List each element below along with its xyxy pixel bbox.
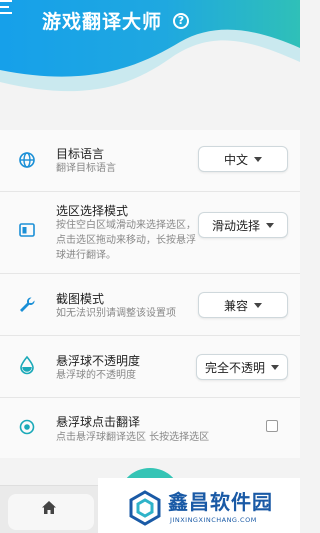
setting-title: 目标语言 [56,147,105,161]
setting-title: 截图模式 [56,292,105,306]
setting-row-ball-click-translate: 悬浮球点击翻译 点击悬浮球翻译选区 长按选择选区 [0,398,300,458]
setting-description: 翻译目标语言 [56,163,116,174]
chevron-down-icon [254,156,262,162]
setting-description: 悬浮球的不透明度 [56,370,136,381]
watermark-title: 鑫昌软件园 [168,490,273,514]
selection-mode-select[interactable]: 滑动选择 [198,212,288,238]
ball-click-translate-checkbox[interactable] [266,420,278,432]
setting-title: 选区选择模式 [56,204,129,218]
wrench-icon [20,297,35,312]
home-icon[interactable] [41,500,57,515]
target-language-select[interactable]: 中文 [198,146,288,172]
screenshot-mode-select[interactable]: 兼容 [198,292,288,318]
app-title: 游戏翻译大师 [42,11,163,33]
chevron-down-icon [254,302,262,308]
watermark-logo-icon [129,490,161,526]
setting-row-selection-mode: 选区选择模式 按住空白区域滑动来选择选区，点击选区拖动来移动，长按悬浮球进行翻译… [0,192,300,274]
setting-row-ball-opacity: 悬浮球不透明度 悬浮球的不透明度 完全不透明 [0,336,300,398]
select-value: 完全不透明 [204,360,265,375]
droplet-icon [20,355,34,375]
select-value: 滑动选择 [211,218,260,233]
globe-icon [19,152,35,168]
setting-description: 点击悬浮球翻译选区 长按选择选区 [56,432,210,443]
setting-row-target-language: 目标语言 翻译目标语言 中文 [0,130,300,192]
setting-description: 如无法识别请调整该设置项 [56,308,176,319]
select-value: 中文 [223,152,248,167]
help-icon[interactable]: ? [173,13,189,29]
setting-description: 按住空白区域滑动来选择选区，点击选区拖动来移动，长按悬浮球进行翻译。 [56,220,196,261]
chevron-down-icon [271,364,279,370]
selection-area-icon [19,223,35,237]
setting-title: 悬浮球不透明度 [56,354,141,368]
target-icon [19,419,35,435]
setting-title: 悬浮球点击翻译 [56,415,141,429]
ball-opacity-select[interactable]: 完全不透明 [196,354,288,380]
watermark-subtitle: JINXINGXINCHANG.COM [170,516,257,524]
select-value: 兼容 [223,298,248,313]
setting-row-screenshot-mode: 截图模式 如无法识别请调整该设置项 兼容 [0,274,300,336]
app-header: 游戏翻译大师 ? [0,0,300,110]
menu-icon[interactable] [0,0,18,14]
settings-list: 目标语言 翻译目标语言 中文 选区选择模式 按住空白区域滑动来选择选区，点击选区… [0,130,300,458]
chevron-down-icon [266,222,274,228]
